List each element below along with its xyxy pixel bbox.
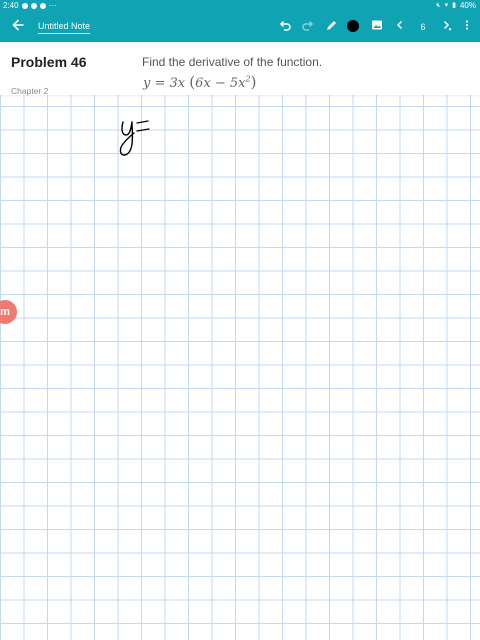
- undo-icon[interactable]: [277, 19, 293, 35]
- redo-icon[interactable]: [300, 19, 316, 35]
- status-bar: 2:40 ··· 🔇︎ ▾ ▮ 40%: [0, 0, 480, 12]
- status-right: 🔇︎ ▾ ▮ 40%: [436, 1, 476, 10]
- notification-icon: [30, 2, 37, 9]
- note-title[interactable]: Untitled Note: [38, 20, 91, 34]
- battery-percent: 40%: [459, 1, 476, 10]
- note-canvas[interactable]: [0, 95, 480, 640]
- redo-icon: [302, 20, 314, 31]
- chapter-label: Chapter 2: [11, 86, 49, 96]
- app-bar: Untitled Note 6: [0, 12, 480, 42]
- back-arrow-icon: [12, 19, 24, 31]
- more-notifications-icon: ···: [48, 1, 57, 10]
- problem-formula: y = 3x (6x − 5x2): [143, 73, 256, 91]
- status-time: 2:40: [3, 1, 19, 10]
- mute-icon: 🔇︎: [436, 1, 441, 9]
- image-icon[interactable]: [370, 19, 384, 35]
- image-icon: [372, 20, 382, 30]
- problem-header: Problem 46 Chapter 2 Find the derivative…: [0, 42, 480, 96]
- pen-color-swatch[interactable]: [347, 20, 359, 32]
- notification-icon: [21, 2, 28, 9]
- pen-icon: [327, 21, 336, 30]
- chevron-left-icon: [396, 20, 403, 30]
- status-left: 2:40 ···: [3, 1, 57, 10]
- formula-inner: 6x − 5x: [195, 76, 246, 91]
- more-options-icon: [465, 20, 469, 30]
- undo-icon: [279, 20, 291, 31]
- formula-equals: = 3x: [150, 76, 190, 91]
- pen-icon[interactable]: [323, 19, 339, 35]
- more-options-icon[interactable]: [460, 19, 474, 35]
- wifi-icon: ▾: [444, 1, 449, 9]
- page-number: 6: [420, 22, 426, 32]
- chevron-right-add-icon: [443, 20, 452, 31]
- problem-prompt: Find the derivative of the function.: [142, 55, 323, 69]
- formula-close-paren: ): [250, 73, 257, 91]
- previous-page-icon[interactable]: [393, 19, 407, 35]
- back-arrow-icon[interactable]: [10, 18, 26, 36]
- problem-title: Problem 46: [11, 54, 87, 70]
- battery-icon: ▮: [452, 1, 456, 9]
- floating-button-label: m: [0, 306, 10, 318]
- notification-icon: [39, 2, 46, 9]
- handwritten-y-equals: [119, 120, 150, 156]
- next-page-icon[interactable]: [440, 19, 454, 35]
